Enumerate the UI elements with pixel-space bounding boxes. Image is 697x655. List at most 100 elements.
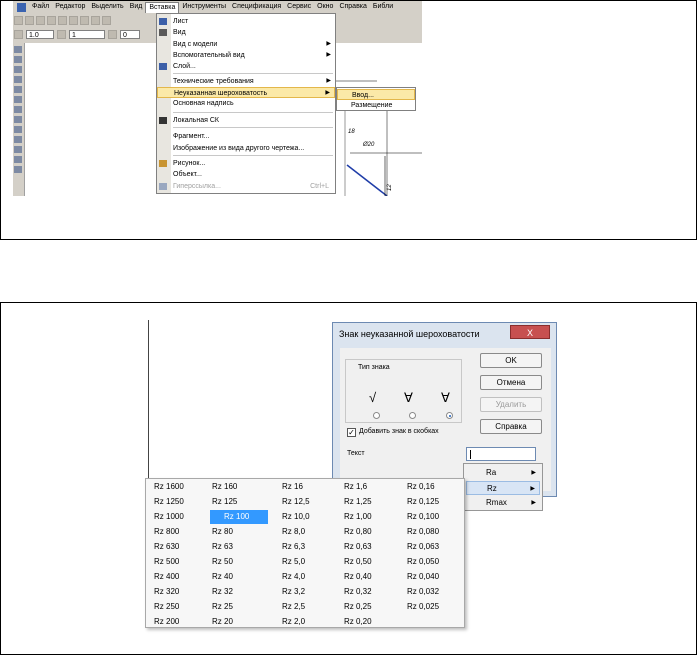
cancel-button[interactable]: Отмена: [480, 375, 542, 390]
rz-value-option[interactable]: Rz 400: [154, 570, 212, 584]
insert-menu-item[interactable]: Вспомогательный вид ▶: [157, 50, 335, 61]
rz-value-option[interactable]: Rz 160: [212, 480, 270, 494]
rz-value-option[interactable]: Rz 1250: [154, 495, 212, 509]
rz-value-option[interactable]: Rz 200: [154, 615, 212, 629]
menu-item[interactable]: Библи: [370, 1, 396, 13]
param-menu-item-rmax[interactable]: Rmax ▶: [466, 496, 540, 510]
table-tool-icon[interactable]: [14, 136, 22, 143]
rz-value-option[interactable]: Rz 1600: [154, 480, 212, 494]
rz-value-option[interactable]: Rz 20: [212, 615, 270, 629]
rz-value-option[interactable]: Rz 1,00: [344, 510, 402, 524]
rz-value-option[interactable]: Rz 2,5: [282, 600, 340, 614]
paste-icon[interactable]: [91, 16, 100, 25]
ok-button[interactable]: OK: [480, 353, 542, 368]
insert-menu-item[interactable]: Фрагмент...: [157, 131, 335, 142]
parametrize-tool-icon[interactable]: [14, 86, 22, 93]
sign-radio-1[interactable]: [373, 412, 380, 419]
rz-value-option[interactable]: Rz 63: [212, 540, 270, 554]
save-icon[interactable]: [36, 16, 45, 25]
rz-value-option[interactable]: Rz 1,6: [344, 480, 402, 494]
close-button[interactable]: X: [510, 325, 550, 339]
rz-value-option[interactable]: Rz 630: [154, 540, 212, 554]
menu-item[interactable]: Файл: [29, 1, 52, 13]
open-file-icon[interactable]: [25, 16, 34, 25]
menu-item[interactable]: Редактор: [52, 1, 88, 13]
roughness-tool-icon[interactable]: [14, 146, 22, 153]
insert-menu-item[interactable]: Неуказанная шероховатость ▶: [157, 87, 335, 98]
insert-menu-item[interactable]: Технические требования ▶: [157, 76, 335, 87]
insert-menu-item[interactable]: Вид: [157, 27, 335, 38]
roughness-sign-removal-icon[interactable]: ∀: [404, 390, 413, 406]
menu-item[interactable]: Окно: [314, 1, 336, 13]
text-input[interactable]: [466, 447, 536, 461]
line-scale-combo[interactable]: 1.0: [26, 30, 54, 39]
submenu-placement-item[interactable]: Размещение: [337, 100, 415, 111]
rz-value-option[interactable]: Rz 125: [212, 495, 270, 509]
reports-tool-icon[interactable]: [14, 126, 22, 133]
rz-value-option[interactable]: Rz 0,25: [344, 600, 402, 614]
sign-radio-3[interactable]: [446, 412, 453, 419]
select-tool-icon[interactable]: [14, 106, 22, 113]
param-menu-item-rz[interactable]: Rz ▶: [466, 481, 540, 495]
rz-value-option[interactable]: Rz 0,050: [407, 555, 465, 569]
roughness-sign-basic-icon[interactable]: √: [369, 390, 376, 405]
print-icon[interactable]: [47, 16, 56, 25]
sign-radio-2[interactable]: [409, 412, 416, 419]
properties-icon[interactable]: [102, 16, 111, 25]
insert-menu-item[interactable]: Объект...: [157, 169, 335, 180]
rz-value-option[interactable]: Rz 320: [154, 585, 212, 599]
rz-value-option[interactable]: Rz 0,032: [407, 585, 465, 599]
rz-value-option[interactable]: Rz 10,0: [282, 510, 340, 524]
rz-value-option[interactable]: Rz 12,5: [282, 495, 340, 509]
rz-value-option[interactable]: Rz 16: [282, 480, 340, 494]
insert-menu-item[interactable]: Локальная СК: [157, 115, 335, 126]
dimension-tool-icon[interactable]: [14, 56, 22, 63]
delete-button[interactable]: Удалить: [480, 397, 542, 412]
rz-value-option[interactable]: Rz 2,0: [282, 615, 340, 629]
rz-value-option[interactable]: Rz 0,125: [407, 495, 465, 509]
spec-tool-icon[interactable]: [14, 116, 22, 123]
preview-icon[interactable]: [58, 16, 67, 25]
rz-value-option[interactable]: Rz 50: [212, 555, 270, 569]
rz-value-option[interactable]: Rz 0,63: [344, 540, 402, 554]
menu-item[interactable]: Инструменты: [179, 1, 229, 13]
menu-item[interactable]: Справка: [336, 1, 369, 13]
rz-value-option[interactable]: Rz 100: [210, 510, 268, 524]
submenu-input-item[interactable]: Ввод...: [337, 89, 415, 100]
rz-value-option[interactable]: Rz 0,50: [344, 555, 402, 569]
layout-tool-icon[interactable]: [14, 156, 22, 163]
rz-value-option[interactable]: Rz 25: [212, 600, 270, 614]
rz-value-option[interactable]: Rz 0,025: [407, 600, 465, 614]
menu-item[interactable]: Сервис: [284, 1, 314, 13]
cut-icon[interactable]: [69, 16, 78, 25]
insert-menu-item[interactable]: Вид с модели ▶: [157, 39, 335, 50]
menu-item[interactable]: Выделить: [88, 1, 126, 13]
insert-menu-item[interactable]: Изображение из вида другого чертежа...: [157, 143, 335, 154]
rz-value-option[interactable]: Rz 6,3: [282, 540, 340, 554]
symbols-tool-icon[interactable]: [14, 66, 22, 73]
rz-value-option[interactable]: Rz 250: [154, 600, 212, 614]
rz-value-option[interactable]: Rz 1,25: [344, 495, 402, 509]
step-field[interactable]: 0: [120, 30, 140, 39]
param-menu-item-ra[interactable]: Ra ▶: [466, 466, 540, 480]
rz-value-option[interactable]: Rz 80: [212, 525, 270, 539]
rz-value-option[interactable]: Rz 0,32: [344, 585, 402, 599]
rz-value-option[interactable]: Rz 0,040: [407, 570, 465, 584]
rz-value-option[interactable]: Rz 1000: [154, 510, 212, 524]
help-button[interactable]: Справка: [480, 419, 542, 434]
curve-tool-icon[interactable]: [14, 166, 22, 173]
insert-menu-item[interactable]: Рисунок...: [157, 158, 335, 169]
rz-value-option[interactable]: Rz 5,0: [282, 555, 340, 569]
roughness-sign-no-removal-icon[interactable]: ∀: [441, 390, 450, 406]
insert-menu-item[interactable]: Слой...: [157, 61, 335, 72]
layer-combo[interactable]: 1: [69, 30, 105, 39]
rz-value-option[interactable]: Rz 0,16: [407, 480, 465, 494]
rz-value-option[interactable]: Rz 0,100: [407, 510, 465, 524]
rz-value-option[interactable]: Rz 0,40: [344, 570, 402, 584]
rz-value-option[interactable]: Rz 8,0: [282, 525, 340, 539]
rz-value-option[interactable]: Rz 32: [212, 585, 270, 599]
rz-value-option[interactable]: Rz 0,080: [407, 525, 465, 539]
copy-icon[interactable]: [80, 16, 89, 25]
menu-insert[interactable]: Вставка: [145, 1, 180, 13]
rz-value-option[interactable]: Rz 800: [154, 525, 212, 539]
